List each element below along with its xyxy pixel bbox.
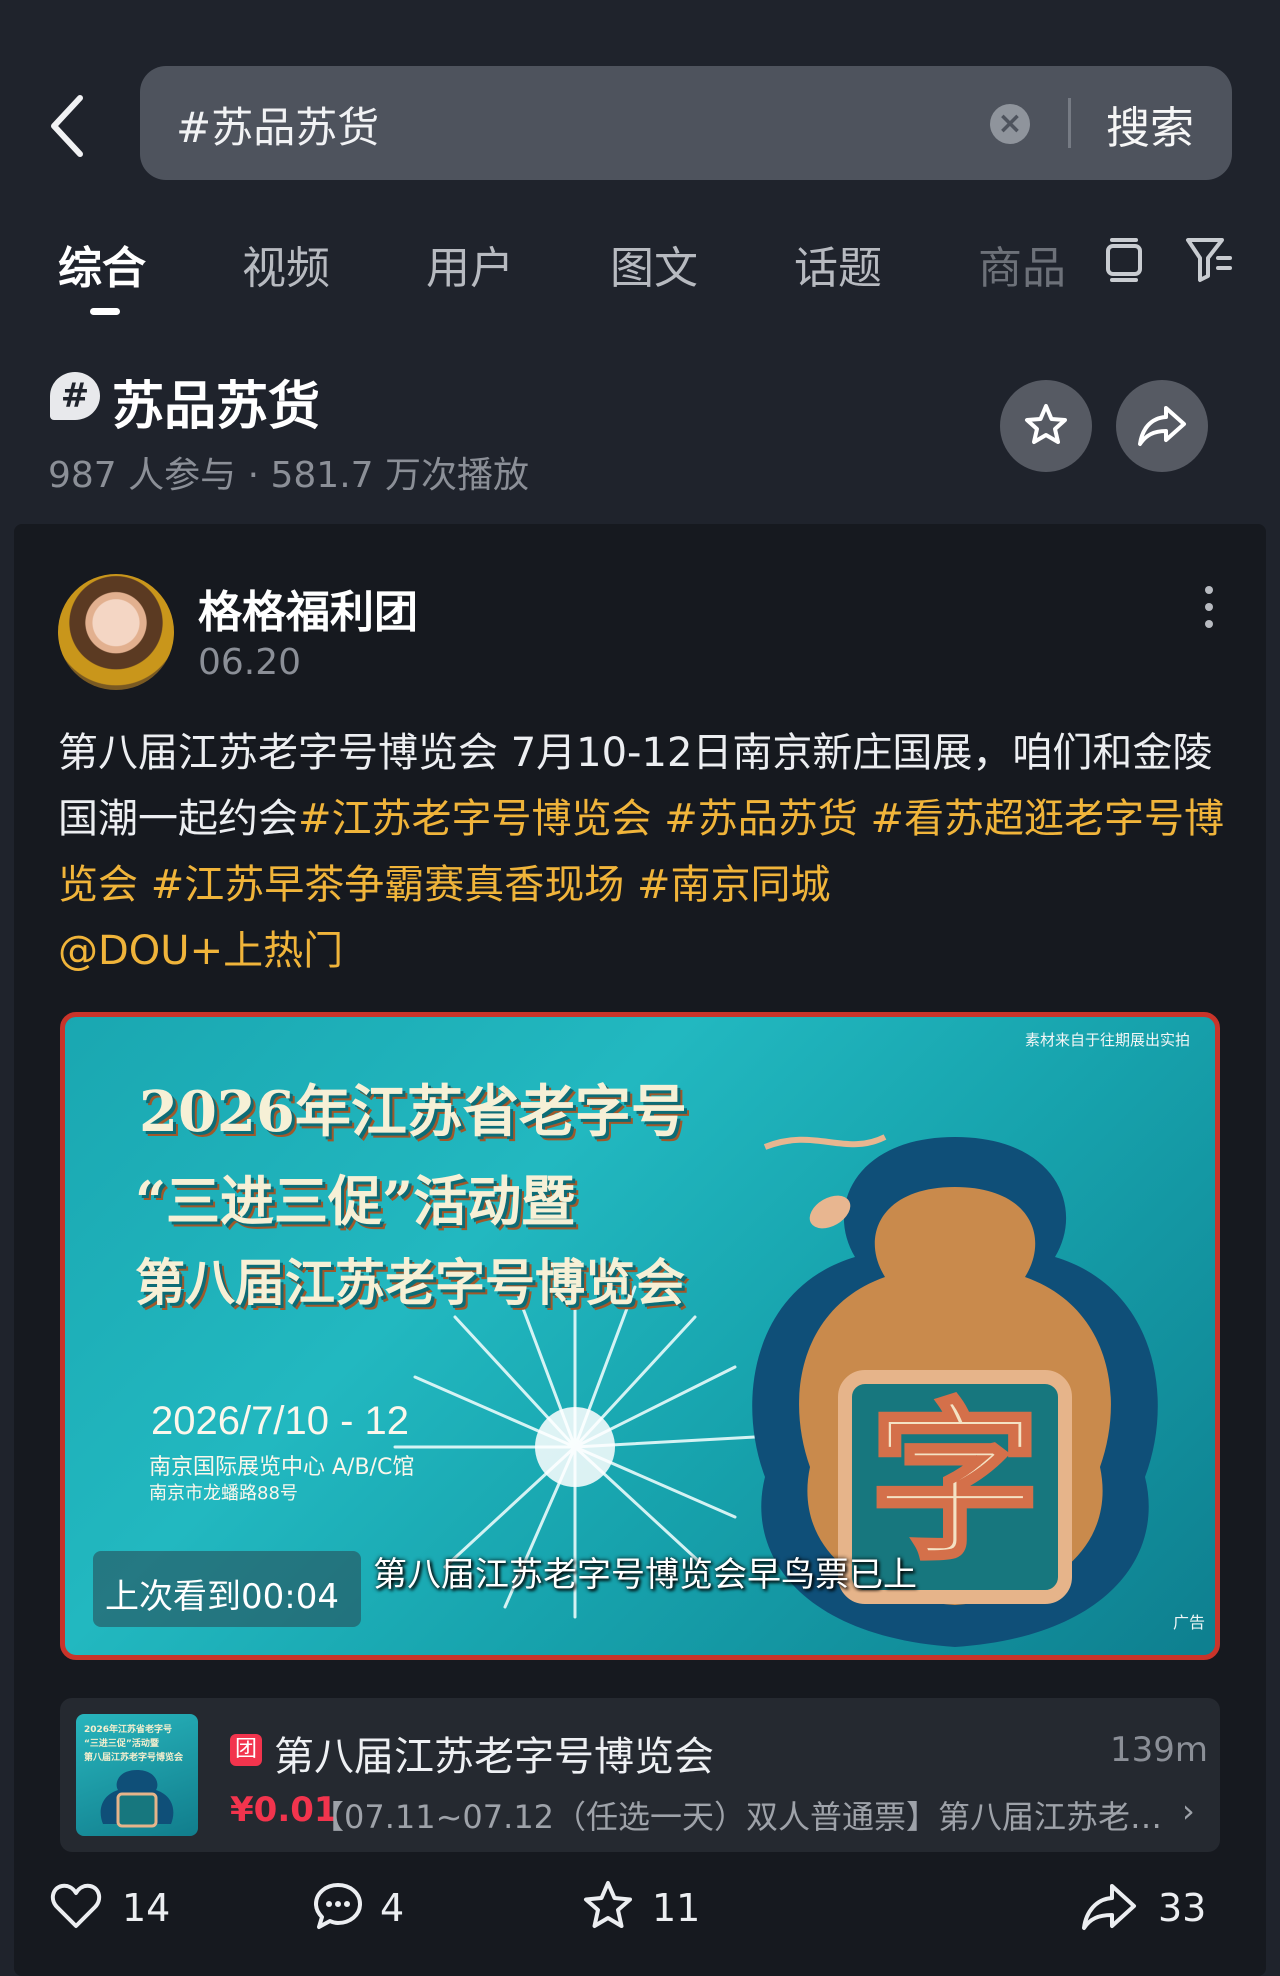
tab-users[interactable]: 用户 — [426, 232, 514, 296]
share-arrow-icon — [1082, 1884, 1136, 1930]
star-icon — [1025, 404, 1067, 444]
back-arrow-icon[interactable] — [44, 92, 92, 160]
product-emblem-graphic — [100, 1770, 174, 1828]
hashtag-link[interactable]: #江苏老字号博览会 — [298, 796, 652, 842]
product-distance: 139m — [1110, 1730, 1209, 1770]
video-title-line: 2026年江苏省老字号 — [139, 1079, 687, 1145]
resume-position-chip[interactable]: 上次看到00:04 — [93, 1551, 361, 1627]
topic-title: 苏品苏货 — [112, 377, 321, 437]
video-title-line: “三进三促”活动暨 — [135, 1169, 576, 1233]
resume-label: 上次看到00:04 — [105, 1577, 339, 1617]
hashtag-link[interactable]: #江苏早茶争霸赛真香现场 — [151, 862, 625, 908]
topic-stats: 987 人参与 · 581.7 万次播放 — [48, 455, 529, 496]
search-divider — [1068, 98, 1071, 148]
video-subtitle: 第八届江苏老字号博览会早鸟票已上 — [373, 1555, 917, 1595]
like-button[interactable]: 14 — [48, 1878, 188, 1938]
video-player[interactable]: 素材来自于往期展出实拍 2026年江苏省老字号 “三进三促”活动暨 第八届江苏老… — [60, 1012, 1220, 1660]
hashtag-link[interactable]: #苏品苏货 — [664, 796, 858, 842]
heart-icon — [50, 1883, 102, 1928]
favorite-topic-button[interactable] — [1000, 380, 1092, 472]
post-caption: 第八届江苏老字号博览会 7月10-12日南京新庄国展，咱们和金陵国潮一起约会#江… — [58, 720, 1228, 984]
favorite-button[interactable]: 11 — [580, 1878, 720, 1938]
more-options-icon[interactable] — [1202, 584, 1216, 630]
comment-count: 4 — [380, 1886, 405, 1930]
tab-video[interactable]: 视频 — [242, 232, 330, 296]
tab-general[interactable]: 综合 — [58, 232, 146, 296]
comment-button[interactable]: 4 — [310, 1878, 450, 1938]
video-address: 南京市龙蟠路88号 — [149, 1483, 298, 1504]
active-tab-indicator — [90, 308, 120, 315]
chevron-right-icon: › — [1182, 1792, 1195, 1830]
tab-topics[interactable]: 话题 — [794, 232, 882, 296]
share-button[interactable]: 33 — [1080, 1878, 1220, 1938]
share-count: 33 — [1158, 1886, 1207, 1930]
tab-products[interactable]: 商品 — [978, 232, 1066, 296]
hashtag-icon: # — [50, 372, 100, 420]
product-card[interactable]: 2026年江苏省老字号 “三进三促”活动暨 第八届江苏老字号博览会 团 第八届江… — [60, 1698, 1220, 1852]
search-button[interactable]: 搜索 — [1106, 92, 1194, 156]
mention-link[interactable]: @DOU+上热门 — [58, 928, 343, 974]
hashtag-link[interactable]: #南京同城 — [637, 862, 831, 908]
filter-icon[interactable] — [1184, 234, 1234, 284]
video-title-line: 第八届江苏老字号博览会 — [135, 1253, 685, 1312]
post-date: 06.20 — [198, 642, 302, 683]
video-venue: 南京国际展览中心 A/B/C馆 — [149, 1455, 415, 1480]
star-icon — [584, 1881, 632, 1928]
video-credit: 素材来自于往期展出实拍 — [1025, 1031, 1191, 1049]
share-topic-button[interactable] — [1116, 380, 1208, 472]
like-count: 14 — [122, 1886, 171, 1930]
tab-image-text[interactable]: 图文 — [610, 232, 698, 296]
product-title: 第八届江苏老字号博览会 — [274, 1734, 714, 1780]
product-thumbnail: 2026年江苏省老字号 “三进三促”活动暨 第八届江苏老字号博览会 — [76, 1714, 198, 1836]
share-arrow-icon — [1138, 406, 1186, 446]
search-input[interactable]: #苏品苏货 — [176, 94, 379, 155]
comment-icon — [314, 1883, 362, 1929]
search-bar[interactable]: #苏品苏货 × 搜索 — [140, 66, 1232, 180]
group-buy-badge: 团 — [230, 1734, 262, 1766]
product-description: 【07.11~07.12（任选一天）双人普通票】第八届江苏老字号博览会 — [312, 1798, 1192, 1836]
post-card: 格格福利团 06.20 第八届江苏老字号博览会 7月10-12日南京新庄国展，咱… — [14, 524, 1266, 1976]
avatar[interactable] — [58, 574, 174, 690]
author-name[interactable]: 格格福利团 — [198, 576, 418, 640]
favorite-count: 11 — [652, 1886, 701, 1930]
layout-toggle-icon[interactable] — [1102, 236, 1146, 284]
clear-icon[interactable]: × — [990, 104, 1030, 144]
video-event-date: 2026/7/10 - 12 — [151, 1399, 409, 1443]
ad-label: 广告 — [1173, 1613, 1206, 1632]
